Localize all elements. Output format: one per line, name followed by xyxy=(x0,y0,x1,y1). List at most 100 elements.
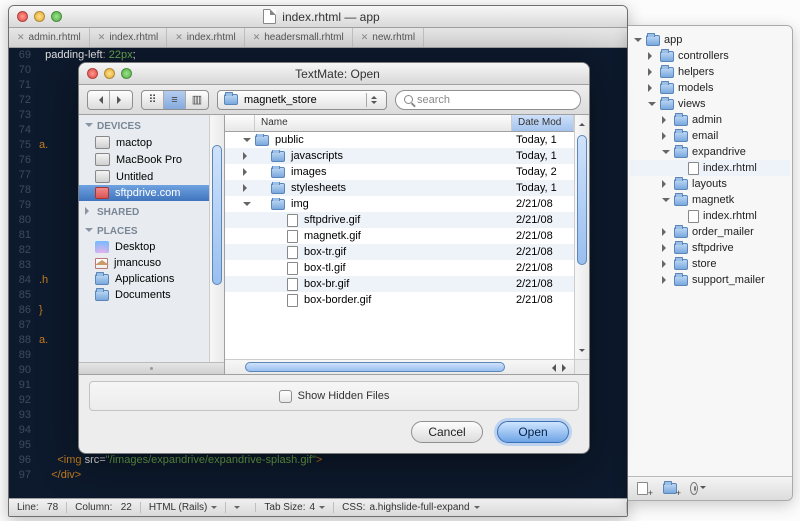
minimize-icon[interactable] xyxy=(34,11,45,22)
tree-item[interactable]: magnetk xyxy=(630,192,790,208)
scroll-up-icon[interactable] xyxy=(578,117,586,129)
new-folder-icon[interactable]: + xyxy=(662,482,678,496)
zoom-icon[interactable] xyxy=(51,11,62,22)
tab-size-selector[interactable]: Tab Size: 4 xyxy=(256,502,334,513)
tree-item[interactable]: admin xyxy=(630,112,790,128)
sidebar-group-header[interactable]: PLACES xyxy=(79,220,224,239)
col-disclosure[interactable] xyxy=(225,115,255,131)
disclosure-triangle-icon[interactable] xyxy=(662,228,670,236)
close-icon[interactable] xyxy=(87,68,98,79)
disclosure-triangle-icon[interactable] xyxy=(648,68,656,76)
language-selector[interactable]: HTML (Rails) xyxy=(141,502,227,513)
disclosure-triangle-icon[interactable] xyxy=(243,202,251,210)
file-row[interactable]: magnetk.gif2/21/08 xyxy=(225,228,574,244)
scrollbar-vertical[interactable] xyxy=(209,115,224,374)
disclosure-triangle-icon[interactable] xyxy=(662,150,670,158)
file-list-header[interactable]: Name Date Mod xyxy=(225,115,574,132)
new-file-icon[interactable]: + xyxy=(634,482,650,496)
sidebar-item[interactable]: Untitled xyxy=(79,168,224,185)
titlebar[interactable]: index.rhtml — app xyxy=(9,6,627,28)
document-tab[interactable]: ✕admin.rhtml xyxy=(9,28,90,47)
close-tab-icon[interactable]: ✕ xyxy=(17,32,25,43)
minimize-icon[interactable] xyxy=(104,68,115,79)
tree-item[interactable]: expandrive xyxy=(630,144,790,160)
column-view-button[interactable]: ▥ xyxy=(186,91,208,109)
disclosure-triangle-icon[interactable] xyxy=(243,168,251,176)
sidebar-item[interactable]: jmancuso xyxy=(79,255,224,271)
bundle-selector[interactable] xyxy=(226,503,256,512)
sidebar-item[interactable]: sftpdrive.com xyxy=(79,185,224,201)
list-view-button[interactable]: ≡ xyxy=(164,91,186,109)
resize-handle[interactable] xyxy=(574,359,589,374)
gear-icon[interactable] xyxy=(690,482,706,496)
tree-item[interactable]: email xyxy=(630,128,790,144)
sidebar-group-header[interactable]: DEVICES xyxy=(79,115,224,134)
open-button[interactable]: Open xyxy=(497,421,569,443)
close-tab-icon[interactable]: ✕ xyxy=(253,32,261,43)
file-row[interactable]: javascriptsToday, 1 xyxy=(225,148,574,164)
file-row[interactable]: box-br.gif2/21/08 xyxy=(225,276,574,292)
document-tab[interactable]: ✕headersmall.rhtml xyxy=(245,28,353,47)
file-row[interactable]: stylesheetsToday, 1 xyxy=(225,180,574,196)
cancel-button[interactable]: Cancel xyxy=(411,421,483,443)
disclosure-triangle-icon[interactable] xyxy=(648,84,656,92)
project-tree[interactable]: appcontrollershelpersmodelsviewsadminema… xyxy=(628,26,792,476)
tree-item[interactable]: helpers xyxy=(630,64,790,80)
file-row[interactable]: box-tr.gif2/21/08 xyxy=(225,244,574,260)
scrollbar-horizontal[interactable] xyxy=(225,359,574,374)
disclosure-triangle-icon[interactable] xyxy=(662,276,670,284)
close-icon[interactable] xyxy=(17,11,28,22)
path-popup[interactable]: magnetk_store xyxy=(217,90,387,110)
disclosure-triangle-icon[interactable] xyxy=(662,116,670,124)
tree-item[interactable]: views xyxy=(630,96,790,112)
disclosure-triangle-icon[interactable] xyxy=(662,180,670,188)
tree-item[interactable]: sftpdrive xyxy=(630,240,790,256)
sidebar-item[interactable]: mactop xyxy=(79,134,224,151)
scroll-right-icon[interactable] xyxy=(560,362,572,373)
file-row[interactable]: sftpdrive.gif2/21/08 xyxy=(225,212,574,228)
disclosure-triangle-icon[interactable] xyxy=(662,198,670,206)
search-input[interactable]: search xyxy=(395,90,581,110)
sidebar-item[interactable]: MacBook Pro xyxy=(79,151,224,168)
dialog-titlebar[interactable]: TextMate: Open xyxy=(79,63,589,85)
sidebar-item[interactable]: Applications xyxy=(79,271,224,287)
disclosure-triangle-icon[interactable] xyxy=(662,260,670,268)
disclosure-triangle-icon[interactable] xyxy=(243,184,251,192)
tree-item[interactable]: order_mailer xyxy=(630,224,790,240)
tree-item[interactable]: index.rhtml xyxy=(630,208,790,224)
icon-view-button[interactable]: ⠿ xyxy=(142,91,164,109)
disclosure-triangle-icon[interactable] xyxy=(648,102,656,110)
scroll-down-icon[interactable] xyxy=(578,345,586,357)
scroll-left-icon[interactable] xyxy=(546,362,558,373)
disclosure-triangle-icon[interactable] xyxy=(243,152,251,160)
file-row[interactable]: img2/21/08 xyxy=(225,196,574,212)
file-row[interactable]: box-tl.gif2/21/08 xyxy=(225,260,574,276)
file-row[interactable]: publicToday, 1 xyxy=(225,132,574,148)
disclosure-triangle-icon[interactable] xyxy=(662,244,670,252)
tree-item[interactable]: support_mailer xyxy=(630,272,790,288)
file-row[interactable]: box-border.gif2/21/08 xyxy=(225,292,574,308)
close-tab-icon[interactable]: ✕ xyxy=(175,32,183,43)
disclosure-triangle-icon[interactable] xyxy=(634,38,642,46)
close-tab-icon[interactable]: ✕ xyxy=(98,32,106,43)
tree-item[interactable]: layouts xyxy=(630,176,790,192)
zoom-icon[interactable] xyxy=(121,68,132,79)
tree-item[interactable]: models xyxy=(630,80,790,96)
document-tab[interactable]: ✕index.rhtml xyxy=(167,28,244,47)
close-tab-icon[interactable]: ✕ xyxy=(361,32,369,43)
tree-item[interactable]: store xyxy=(630,256,790,272)
document-tab[interactable]: ✕new.rhtml xyxy=(353,28,424,47)
tree-item[interactable]: controllers xyxy=(630,48,790,64)
file-row[interactable]: imagesToday, 2 xyxy=(225,164,574,180)
symbol-selector[interactable]: CSS: a.highslide-full-expand xyxy=(334,502,627,513)
document-tab[interactable]: ✕index.rhtml xyxy=(90,28,167,47)
disclosure-triangle-icon[interactable] xyxy=(662,132,670,140)
col-date[interactable]: Date Mod xyxy=(512,115,574,131)
show-hidden-checkbox[interactable] xyxy=(279,390,292,403)
forward-button[interactable] xyxy=(110,91,132,109)
sidebar-item[interactable]: Documents xyxy=(79,287,224,303)
disclosure-triangle-icon[interactable] xyxy=(243,138,251,146)
sidebar-group-header[interactable]: SHARED xyxy=(79,201,224,220)
disclosure-triangle-icon[interactable] xyxy=(648,52,656,60)
scrollbar-vertical[interactable] xyxy=(574,115,589,359)
